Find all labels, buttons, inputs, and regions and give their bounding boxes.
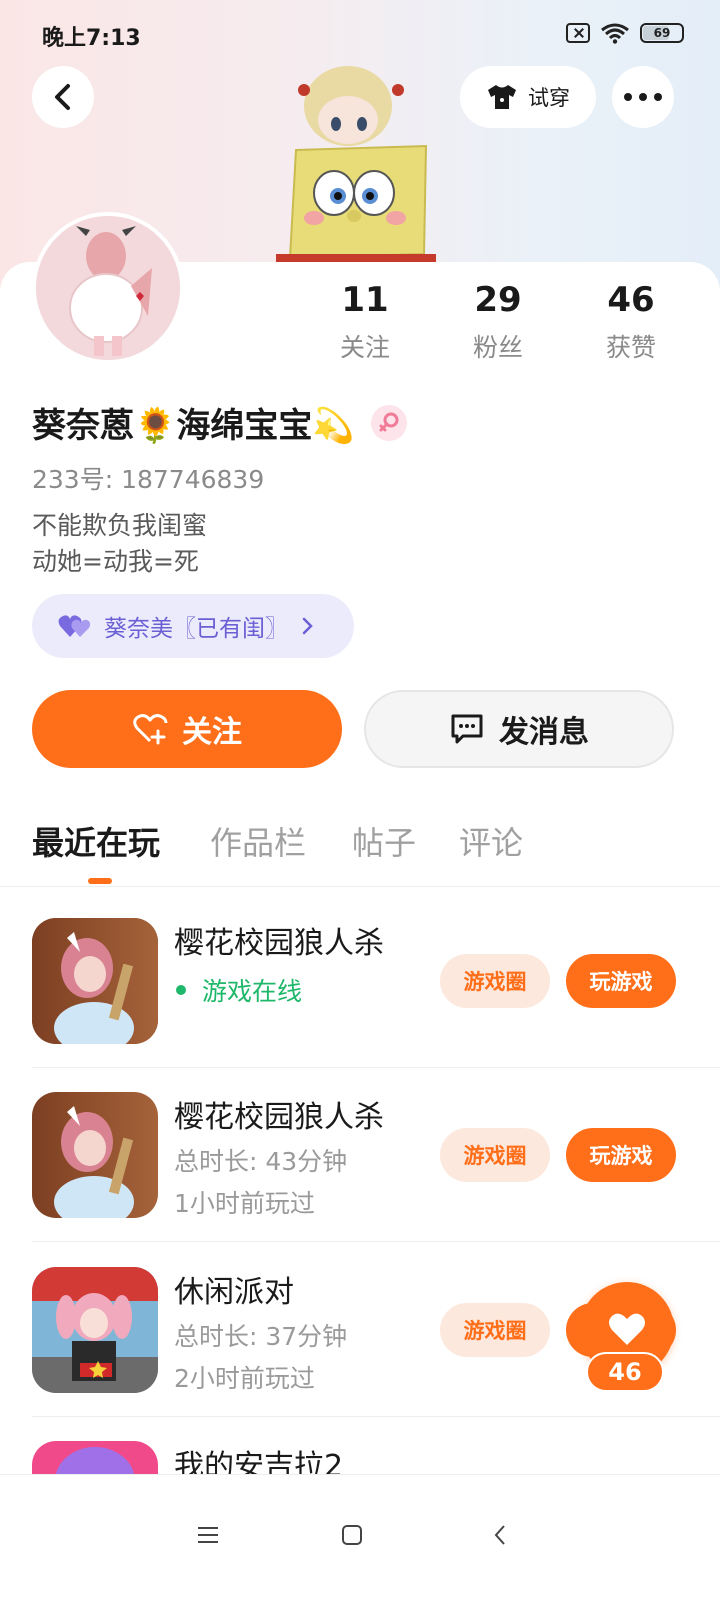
follow-button[interactable]: 关注 [32,690,342,768]
square-icon [342,1525,362,1545]
message-button[interactable]: 发消息 [364,690,674,768]
try-on-label: 试穿 [528,86,570,110]
online-label: 游戏在线 [202,977,303,1006]
following-count: 11 [341,280,389,320]
game-icon [32,1092,158,1218]
try-on-button[interactable]: 试穿 [460,66,596,128]
menu-icon [198,1527,218,1543]
chevron-right-icon [302,617,313,635]
profile-tabs: 最近在玩 作品栏 帖子 评论 [32,818,712,888]
tab-comments[interactable]: 评论 [459,818,523,864]
game-title: 樱花校园狼人杀 [174,1100,384,1135]
likes-count: 46 [607,280,655,320]
divider [0,886,720,887]
wifi-icon [601,23,629,44]
stat-fans[interactable]: 29 粉丝 [438,280,558,364]
game-icon [32,918,158,1044]
menu-button[interactable] [184,1511,232,1559]
tab-recent-play[interactable]: 最近在玩 [32,818,160,864]
game-title: 休闲派对 [174,1275,294,1310]
back-button[interactable] [32,66,94,128]
bio-line: 不能欺负我闺蜜 [32,511,208,540]
stat-likes[interactable]: 46 获赞 [571,280,691,364]
divider [32,1067,720,1068]
tshirt-icon [488,85,516,109]
more-dots-icon [624,93,662,101]
message-label: 发消息 [499,715,589,750]
fans-label: 粉丝 [472,333,523,362]
more-button[interactable] [612,66,674,128]
chat-bubble-icon [451,714,483,744]
following-label: 关注 [339,333,390,362]
avatar[interactable] [32,212,184,364]
online-status: 游戏在线 [174,972,302,1008]
chevron-left-icon [494,1525,505,1545]
play-duration: 总时长: 43分钟 [174,1147,348,1176]
divider [32,1416,720,1417]
user-id: 233号: 187746839 [32,465,265,494]
tab-indicator [88,878,112,884]
game-title: 我的安吉拉2 [174,1449,344,1474]
game-title: 樱花校园狼人杀 [174,926,384,961]
battery-icon: 69 [640,23,684,43]
likes-label: 获赞 [605,333,656,362]
game-circle-button[interactable]: 游戏圈 [440,1303,550,1357]
play-game-button[interactable]: 玩游戏 [566,954,676,1008]
like-count: 46 [586,1352,664,1392]
nickname: 葵奈蒽🌻海绵宝宝💫 [32,406,355,446]
fans-count: 29 [474,280,522,320]
stat-following[interactable]: 11 关注 [305,280,425,364]
double-heart-icon [58,615,91,637]
play-duration: 总时长: 37分钟 [174,1322,348,1351]
game-icon [32,1441,158,1474]
game-icon [32,1267,158,1393]
heart-plus-icon [133,714,168,745]
game-list-item[interactable]: 我的安吉拉2 [32,1441,688,1474]
online-dot [176,985,186,995]
game-circle-button[interactable]: 游戏圈 [440,1128,550,1182]
bio: 不能欺负我闺蜜 动她=动我=死 [32,508,207,580]
last-played: 2小时前玩过 [174,1364,315,1393]
follow-label: 关注 [182,715,242,750]
tab-posts[interactable]: 帖子 [352,818,416,864]
no-sim-icon [566,23,590,43]
bestie-label: 葵奈美〖已有闺〗 [104,616,288,642]
nickname-row: 葵奈蒽🌻海绵宝宝💫 [32,398,407,447]
play-game-button[interactable]: 玩游戏 [566,1128,676,1182]
status-icons: 69 [566,22,684,44]
status-time: 晚上7:13 [42,26,141,51]
bio-line: 动她=动我=死 [32,547,199,576]
character-illustration [276,66,436,263]
female-icon [370,404,407,441]
tab-works[interactable]: 作品栏 [210,818,306,864]
system-nav-bar [0,1474,720,1600]
heart-icon [609,1313,645,1345]
nav-back-button[interactable] [476,1511,524,1559]
chevron-left-icon [55,84,70,110]
stats-row: 11 关注 29 粉丝 46 获赞 [300,280,700,370]
last-played: 1小时前玩过 [174,1189,315,1218]
avatar-image [36,216,180,360]
bestie-chip[interactable]: 葵奈美〖已有闺〗 [32,594,354,658]
game-circle-button[interactable]: 游戏圈 [440,954,550,1008]
divider [32,1241,720,1242]
home-button[interactable] [328,1511,376,1559]
